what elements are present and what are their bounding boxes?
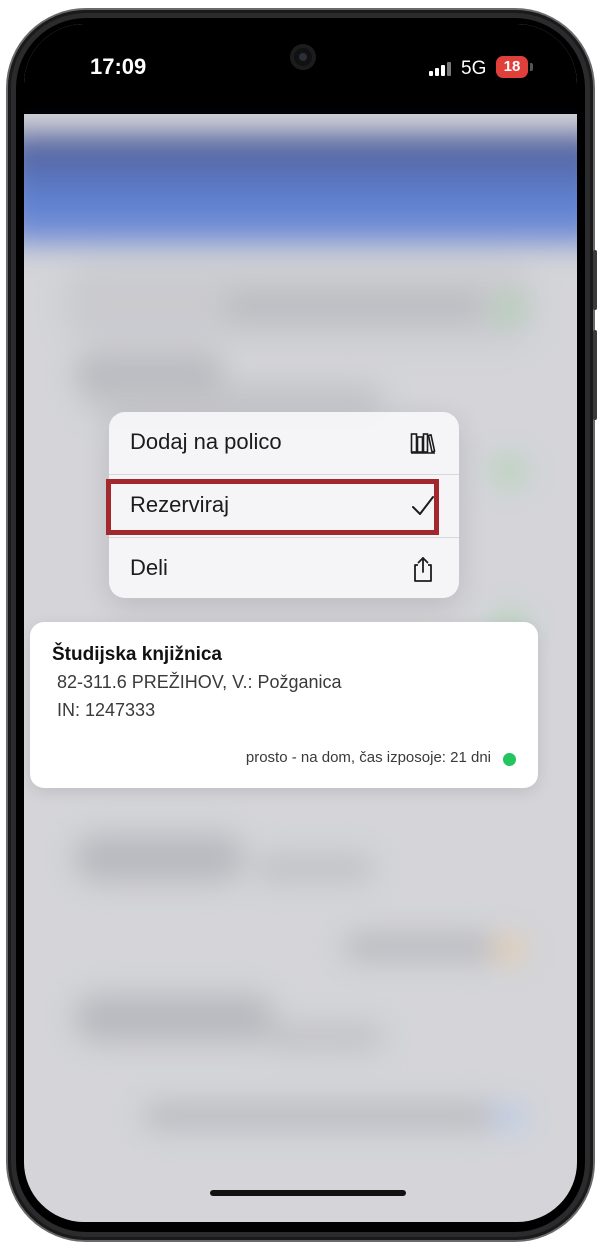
availability-status: prosto - na dom, čas izposoje: 21 dni bbox=[245, 749, 491, 766]
bookshelf-icon bbox=[410, 433, 436, 454]
front-camera bbox=[290, 44, 316, 70]
status-time: 17:09 bbox=[90, 54, 147, 79]
signal-strength-icon bbox=[429, 62, 455, 76]
reserve-highlight-box bbox=[106, 479, 439, 535]
status-bar: 17:09 5G 18 bbox=[24, 24, 577, 114]
menu-item-label: Deli bbox=[130, 555, 168, 580]
availability-dot-icon bbox=[503, 753, 516, 766]
menu-item-share[interactable]: Deli bbox=[109, 538, 459, 598]
home-indicator[interactable] bbox=[210, 1190, 406, 1196]
power-button bbox=[593, 330, 597, 420]
network-type: 5G bbox=[461, 58, 487, 79]
battery-icon: 18 bbox=[496, 56, 533, 78]
holding-card[interactable]: Študijska knjižnica 82-311.6 PREŽIHOV, V… bbox=[30, 622, 538, 788]
library-name: Študijska knjižnica bbox=[52, 644, 222, 665]
call-number: 82-311.6 PREŽIHOV, V.: Požganica bbox=[57, 672, 342, 692]
share-icon bbox=[414, 557, 432, 582]
volume-button bbox=[593, 250, 597, 310]
inventory-number: IN: 1247333 bbox=[57, 700, 156, 720]
menu-item-add-to-shelf[interactable]: Dodaj na polico bbox=[109, 412, 459, 475]
menu-item-label: Dodaj na polico bbox=[130, 429, 282, 454]
